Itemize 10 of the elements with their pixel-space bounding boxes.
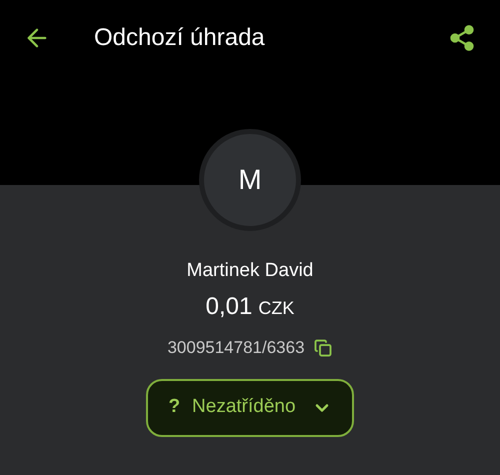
payee-name: Martinek David [186,259,314,283]
screen-title: Odchozí úhrada [94,23,265,53]
copy-icon [314,338,332,357]
amount: 0,01 [206,292,252,322]
category-dropdown[interactable]: ? Nezatříděno [146,378,354,436]
account-number: 3009514781/6363 [167,337,305,359]
avatar: M [199,129,301,231]
share-icon [448,24,476,52]
currency: CZK [258,297,294,320]
copy-button[interactable] [312,338,333,358]
